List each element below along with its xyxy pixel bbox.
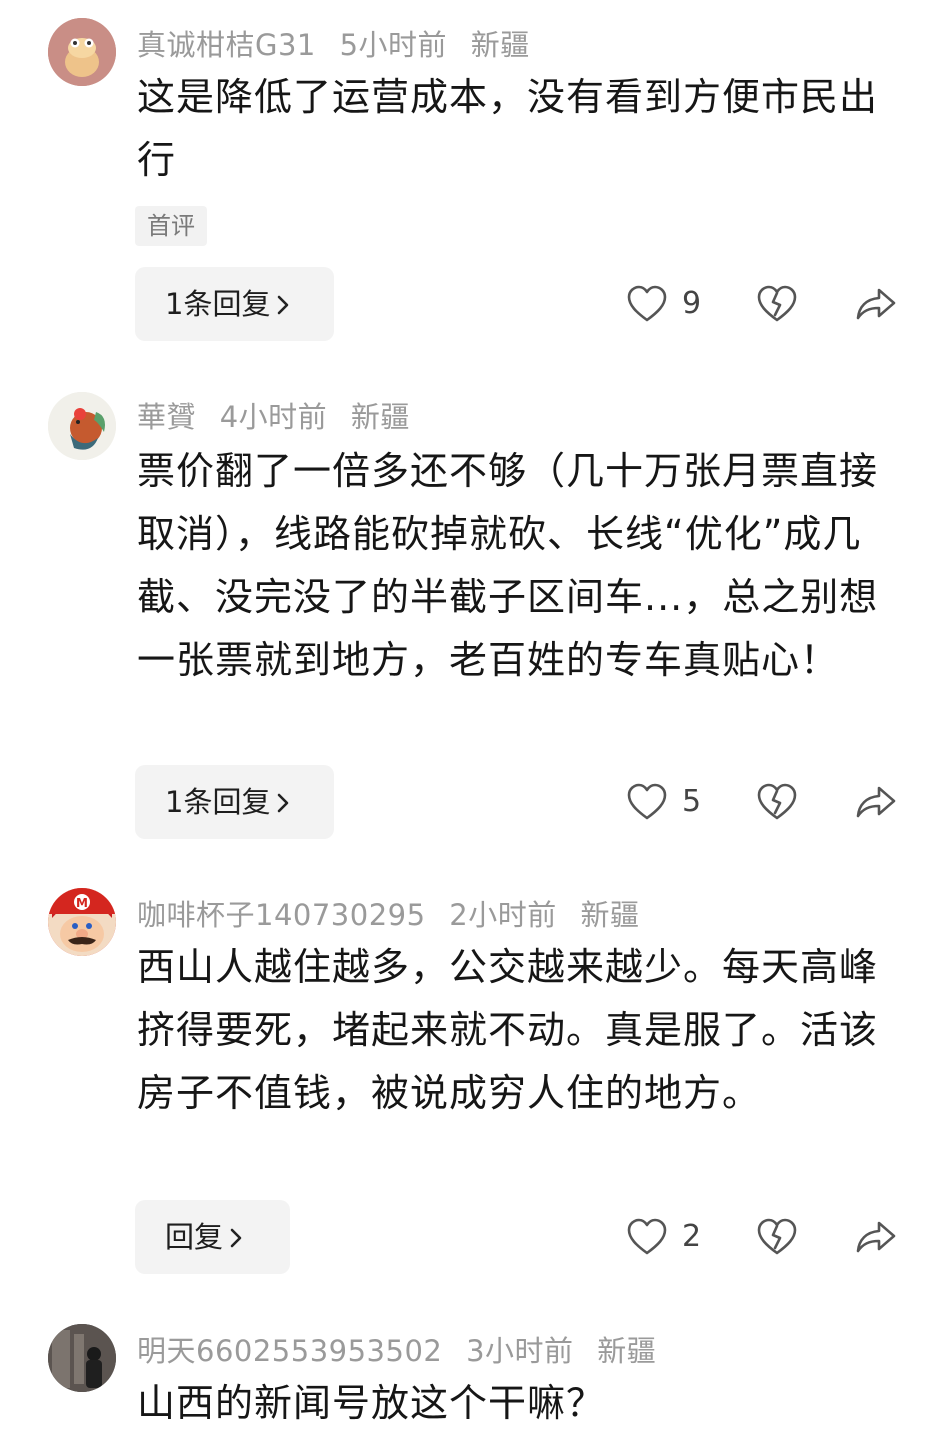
view-replies-button[interactable]: 回复 — [135, 1200, 290, 1274]
share-arrow-icon[interactable] — [854, 1217, 898, 1257]
comment-meta: 咖啡杯子140730295 2小时前 新疆 — [137, 892, 653, 934]
avatar-image — [48, 18, 116, 86]
heart-outline-icon[interactable] — [626, 782, 668, 822]
location: 新疆 — [597, 1334, 657, 1368]
svg-text:M: M — [76, 896, 88, 910]
view-replies-button[interactable]: 1条回复 — [135, 765, 334, 839]
timestamp: 5小时前 — [339, 28, 448, 62]
like-count: 9 — [682, 286, 702, 321]
avatar-image — [48, 392, 116, 460]
avatar[interactable]: M — [48, 888, 116, 956]
avatar-image — [48, 1324, 116, 1392]
view-replies-button[interactable]: 1条回复 — [135, 267, 334, 341]
broken-heart-icon[interactable] — [756, 1217, 798, 1257]
username[interactable]: 真诚柑桔G31 — [137, 28, 316, 62]
timestamp: 2小时前 — [449, 898, 557, 932]
like-count: 5 — [682, 784, 702, 819]
comment-item: M 咖啡杯子140730295 2小时前 新疆 西山人越住越多，公交越来越少。每… — [0, 878, 946, 1288]
share-arrow-icon[interactable] — [854, 782, 898, 822]
chevron-right-icon — [276, 269, 290, 343]
avatar[interactable] — [48, 18, 116, 86]
timestamp: 3小时前 — [466, 1334, 574, 1368]
username[interactable]: 明天6602553953502 — [137, 1334, 442, 1368]
location: 新疆 — [470, 28, 530, 62]
comment-text: 西山人越住越多，公交越来越少。每天高峰挤得要死，堵起来就不动。真是服了。活该房子… — [137, 945, 879, 1115]
reply-label: 1条回复 — [165, 785, 271, 819]
timestamp: 4小时前 — [219, 400, 328, 434]
comment-item: 真诚柑桔G31 5小时前 新疆 这是降低了运营成本，没有看到方便市民出行 首评 … — [0, 0, 946, 350]
comment-meta: 華贇 4小时前 新疆 — [137, 394, 424, 436]
location: 新疆 — [580, 898, 640, 932]
share-arrow-icon[interactable] — [854, 284, 898, 324]
comment-item: 明天6602553953502 3小时前 新疆 山西的新闻号放这个干嘛？ — [0, 1312, 946, 1430]
username[interactable]: 咖啡杯子140730295 — [137, 898, 426, 932]
comment-text: 这是降低了运营成本，没有看到方便市民出行 — [137, 75, 879, 182]
comment-item: 華贇 4小时前 新疆 票价翻了一倍多还不够（几十万张月票直接取消），线路能砍掉就… — [0, 380, 946, 850]
avatar[interactable] — [48, 392, 116, 460]
chevron-right-icon — [229, 1202, 243, 1276]
heart-outline-icon[interactable] — [626, 284, 668, 324]
heart-outline-icon[interactable] — [626, 1217, 668, 1257]
location: 新疆 — [350, 400, 410, 434]
username[interactable]: 華贇 — [137, 400, 196, 434]
reply-label: 1条回复 — [165, 287, 271, 321]
broken-heart-icon[interactable] — [756, 782, 798, 822]
comment-meta: 真诚柑桔G31 5小时前 新疆 — [137, 22, 544, 64]
avatar[interactable] — [48, 1324, 116, 1392]
avatar-image: M — [48, 888, 116, 956]
comment-meta: 明天6602553953502 3小时前 新疆 — [137, 1328, 670, 1370]
like-count: 2 — [682, 1219, 702, 1254]
chevron-right-icon — [276, 767, 290, 841]
comment-text: 票价翻了一倍多还不够（几十万张月票直接取消），线路能砍掉就砍、长线“优化”成几截… — [137, 449, 879, 682]
broken-heart-icon[interactable] — [756, 284, 798, 324]
reply-label: 回复 — [165, 1220, 224, 1254]
comment-text: 山西的新闻号放这个干嘛？ — [137, 1381, 606, 1425]
first-comment-badge: 首评 — [135, 206, 207, 246]
